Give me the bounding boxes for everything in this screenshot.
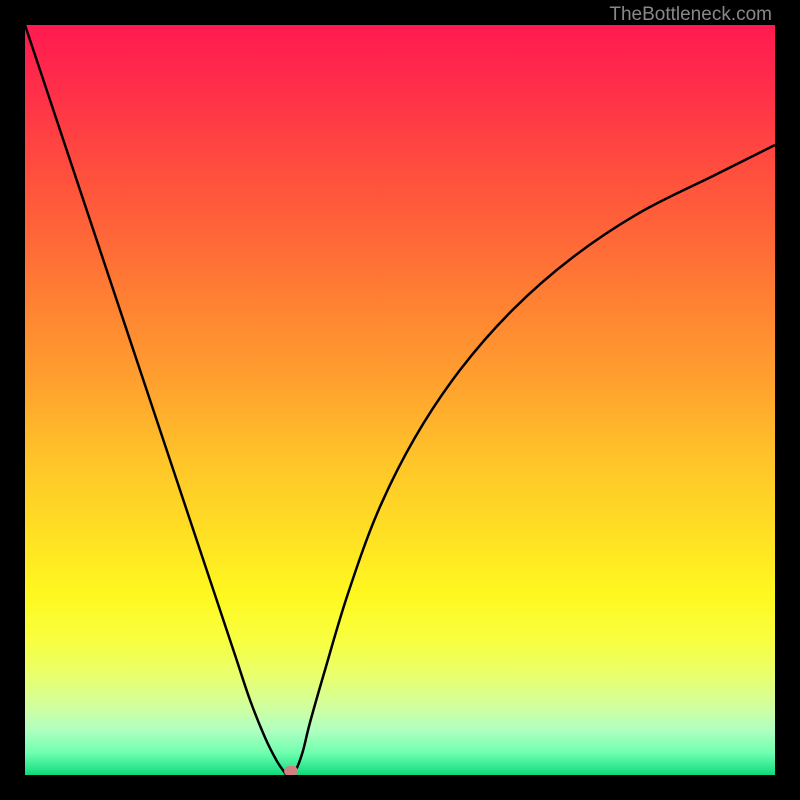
watermark-text: TheBottleneck.com xyxy=(609,4,772,26)
chart-area xyxy=(25,25,775,775)
bottleneck-curve xyxy=(25,25,775,775)
optimal-point-marker xyxy=(284,766,298,775)
